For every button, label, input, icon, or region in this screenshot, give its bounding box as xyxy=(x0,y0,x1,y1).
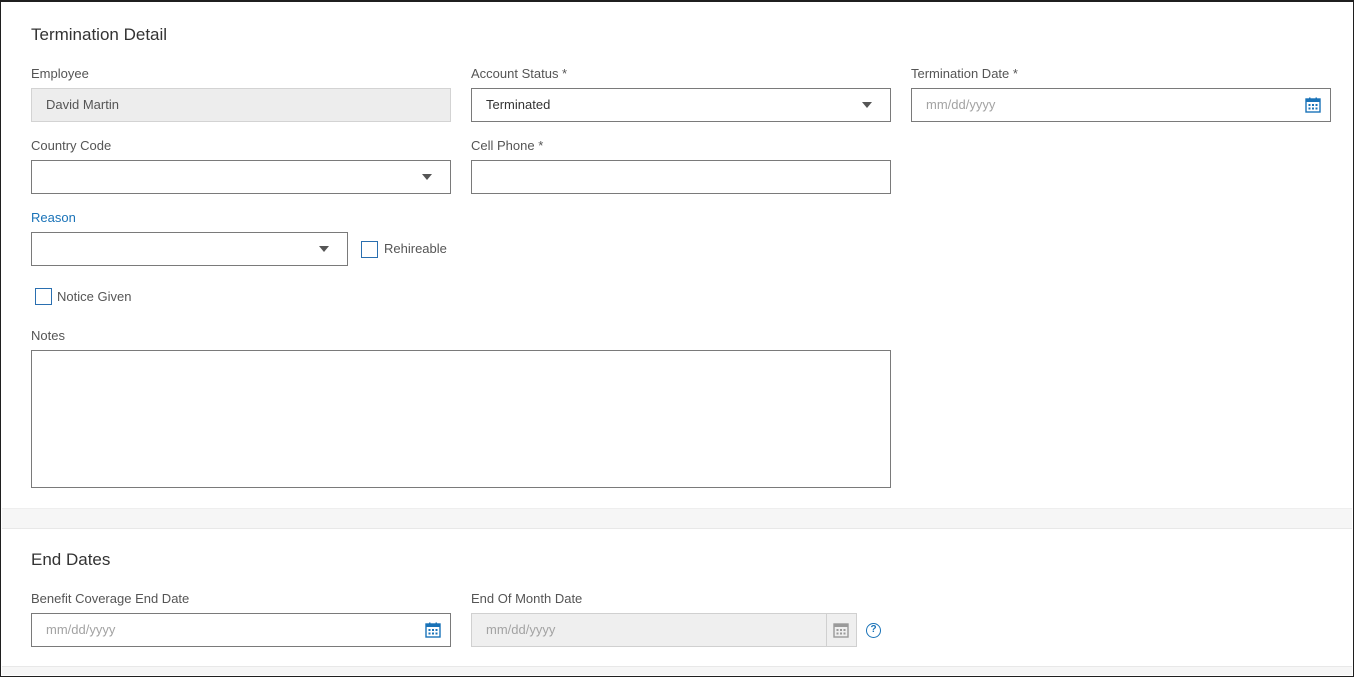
calendar-icon[interactable] xyxy=(425,622,441,638)
end-of-month-date-input: mm/dd/yyyy xyxy=(471,613,857,647)
calendar-icon[interactable] xyxy=(1305,97,1321,113)
section-divider xyxy=(2,508,1352,529)
footer-band xyxy=(2,666,1352,675)
chevron-down-icon xyxy=(319,246,329,252)
account-status-label: Account Status * xyxy=(471,66,568,81)
termination-date-label: Termination Date * xyxy=(911,66,1018,81)
end-of-month-date-placeholder: mm/dd/yyyy xyxy=(486,622,556,637)
end-of-month-date-label: End Of Month Date xyxy=(471,591,583,606)
account-status-value: Terminated xyxy=(486,97,551,112)
cell-phone-input[interactable] xyxy=(471,160,891,194)
cell-phone-label: Cell Phone * xyxy=(471,138,544,153)
calendar-icon xyxy=(833,623,849,638)
benefit-coverage-end-date-input[interactable]: mm/dd/yyyy xyxy=(31,613,451,647)
rehireable-label[interactable]: Rehireable xyxy=(384,241,447,256)
notes-textarea[interactable] xyxy=(31,350,891,488)
help-icon[interactable]: ? xyxy=(866,623,881,638)
chevron-down-icon xyxy=(422,174,432,180)
rehireable-checkbox[interactable] xyxy=(361,241,378,258)
notice-given-label[interactable]: Notice Given xyxy=(57,289,131,304)
section-title-end-dates: End Dates xyxy=(31,550,111,569)
country-code-label: Country Code xyxy=(31,138,112,153)
calendar-button xyxy=(826,614,856,646)
employee-value: David Martin xyxy=(46,97,119,112)
employee-label: Employee xyxy=(31,66,89,81)
section-title-termination-detail: Termination Detail xyxy=(31,25,168,44)
chevron-down-icon xyxy=(862,102,872,108)
employee-field: David Martin xyxy=(31,88,451,122)
reason-label: Reason xyxy=(31,210,76,225)
reason-select[interactable] xyxy=(31,232,348,266)
account-status-select[interactable]: Terminated xyxy=(471,88,891,122)
termination-date-placeholder: mm/dd/yyyy xyxy=(926,97,996,112)
notes-label: Notes xyxy=(31,328,65,343)
termination-date-input[interactable]: mm/dd/yyyy xyxy=(911,88,1331,122)
benefit-coverage-end-date-placeholder: mm/dd/yyyy xyxy=(46,622,116,637)
country-code-select[interactable] xyxy=(31,160,451,194)
benefit-coverage-end-date-label: Benefit Coverage End Date xyxy=(31,591,190,606)
notice-given-checkbox[interactable] xyxy=(35,288,52,305)
